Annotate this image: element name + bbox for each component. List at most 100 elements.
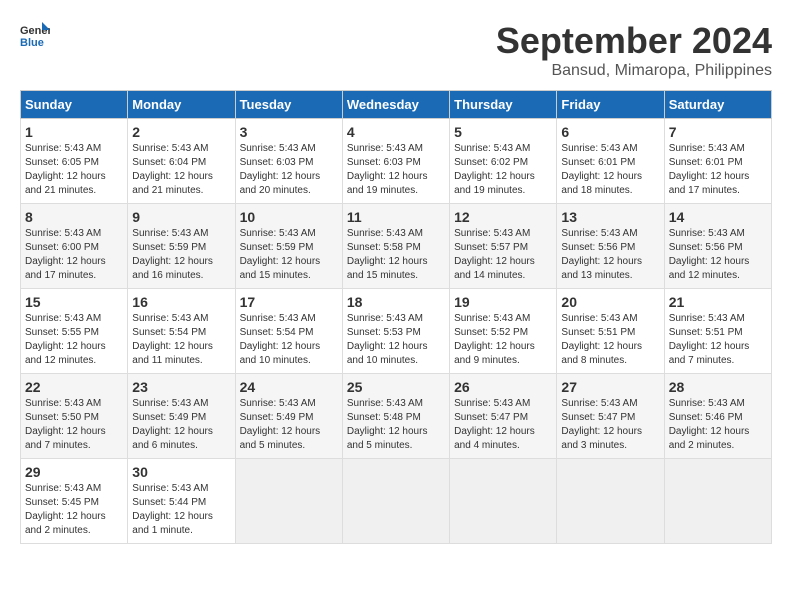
calendar-day xyxy=(664,459,771,544)
day-detail: Sunrise: 5:43 AMSunset: 6:05 PMDaylight:… xyxy=(25,142,123,198)
col-thursday: Thursday xyxy=(450,91,557,119)
calendar-day: 17Sunrise: 5:43 AMSunset: 5:54 PMDayligh… xyxy=(235,289,342,374)
logo: General Blue xyxy=(20,20,50,50)
calendar-day: 12Sunrise: 5:43 AMSunset: 5:57 PMDayligh… xyxy=(450,204,557,289)
title-area: September 2024 Bansud, Mimaropa, Philipp… xyxy=(496,20,772,80)
calendar-day: 14 Sunrise: 5:43 AMSunset: 5:56 PMDayligh… xyxy=(664,204,771,289)
day-detail: Sunrise: 5:43 AMSunset: 5:49 PMDaylight:… xyxy=(132,397,230,453)
calendar-week-row: 22 Sunrise: 5:43 AMSunset: 5:50 PMDayligh… xyxy=(21,374,772,459)
day-detail: Sunrise: 5:43 AMSunset: 5:44 PMDaylight:… xyxy=(132,482,230,538)
calendar-week-row: 29 Sunrise: 5:43 AMSunset: 5:45 PMDayligh… xyxy=(21,459,772,544)
calendar-day: 15 Sunrise: 5:43 AMSunset: 5:55 PMDayligh… xyxy=(21,289,128,374)
calendar-day: 1 Sunrise: 5:43 AMSunset: 6:05 PMDaylight… xyxy=(21,119,128,204)
day-number: 20 xyxy=(561,294,659,310)
day-number: 30 xyxy=(132,464,230,480)
day-detail: Sunrise: 5:43 AMSunset: 5:45 PMDaylight:… xyxy=(25,482,123,538)
day-number: 9 xyxy=(132,209,230,225)
day-detail: Sunrise: 5:43 AMSunset: 5:57 PMDaylight:… xyxy=(454,227,552,283)
day-detail: Sunrise: 5:43 AMSunset: 5:46 PMDaylight:… xyxy=(669,397,767,453)
day-number: 6 xyxy=(561,124,659,140)
col-wednesday: Wednesday xyxy=(342,91,449,119)
day-number: 28 xyxy=(669,379,767,395)
calendar-week-row: 8 Sunrise: 5:43 AMSunset: 6:00 PMDaylight… xyxy=(21,204,772,289)
day-detail: Sunrise: 5:43 AMSunset: 5:49 PMDaylight:… xyxy=(240,397,338,453)
col-monday: Monday xyxy=(128,91,235,119)
calendar-day: 11 Sunrise: 5:43 AMSunset: 5:58 PMDayligh… xyxy=(342,204,449,289)
day-detail: Sunrise: 5:43 AMSunset: 5:53 PMDaylight:… xyxy=(347,312,445,368)
calendar-day: 23 Sunrise: 5:43 AMSunset: 5:49 PMDayligh… xyxy=(128,374,235,459)
day-number: 21 xyxy=(669,294,767,310)
calendar-week-row: 15 Sunrise: 5:43 AMSunset: 5:55 PMDayligh… xyxy=(21,289,772,374)
calendar-day: 2 Sunrise: 5:43 AMSunset: 6:04 PMDaylight… xyxy=(128,119,235,204)
day-number: 29 xyxy=(25,464,123,480)
day-number: 5 xyxy=(454,124,552,140)
calendar-day: 6 Sunrise: 5:43 AMSunset: 6:01 PMDaylight… xyxy=(557,119,664,204)
day-number: 13 xyxy=(561,209,659,225)
day-number: 14 xyxy=(669,209,767,225)
calendar-day xyxy=(557,459,664,544)
calendar-day: 5 Sunrise: 5:43 AMSunset: 6:02 PMDaylight… xyxy=(450,119,557,204)
day-detail: Sunrise: 5:43 AMSunset: 6:00 PMDaylight:… xyxy=(25,227,123,283)
logo-icon: General Blue xyxy=(20,20,50,50)
day-number: 15 xyxy=(25,294,123,310)
day-detail: Sunrise: 5:43 AMSunset: 5:51 PMDaylight:… xyxy=(561,312,659,368)
day-number: 22 xyxy=(25,379,123,395)
calendar-subtitle: Bansud, Mimaropa, Philippines xyxy=(496,62,772,80)
calendar-day: 8 Sunrise: 5:43 AMSunset: 6:00 PMDaylight… xyxy=(21,204,128,289)
day-number: 27 xyxy=(561,379,659,395)
calendar-day xyxy=(450,459,557,544)
day-number: 25 xyxy=(347,379,445,395)
day-number: 19 xyxy=(454,294,552,310)
calendar-day: 4 Sunrise: 5:43 AMSunset: 6:03 PMDaylight… xyxy=(342,119,449,204)
day-number: 10 xyxy=(240,209,338,225)
calendar-day: 13 Sunrise: 5:43 AMSunset: 5:56 PMDayligh… xyxy=(557,204,664,289)
day-detail: Sunrise: 5:43 AMSunset: 5:56 PMDaylight:… xyxy=(561,227,659,283)
day-detail: Sunrise: 5:43 AMSunset: 5:56 PMDaylight:… xyxy=(669,227,767,283)
calendar-day: 9 Sunrise: 5:43 AMSunset: 5:59 PMDaylight… xyxy=(128,204,235,289)
day-number: 23 xyxy=(132,379,230,395)
day-detail: Sunrise: 5:43 AMSunset: 6:04 PMDaylight:… xyxy=(132,142,230,198)
day-detail: Sunrise: 5:43 AMSunset: 5:58 PMDaylight:… xyxy=(347,227,445,283)
calendar-day xyxy=(342,459,449,544)
day-detail: Sunrise: 5:43 AMSunset: 5:55 PMDaylight:… xyxy=(25,312,123,368)
day-number: 8 xyxy=(25,209,123,225)
calendar-day: 20 Sunrise: 5:43 AMSunset: 5:51 PMDayligh… xyxy=(557,289,664,374)
day-detail: Sunrise: 5:43 AMSunset: 6:01 PMDaylight:… xyxy=(561,142,659,198)
col-saturday: Saturday xyxy=(664,91,771,119)
day-number: 16 xyxy=(132,294,230,310)
day-number: 24 xyxy=(240,379,338,395)
day-number: 7 xyxy=(669,124,767,140)
day-number: 17 xyxy=(240,294,338,310)
day-number: 4 xyxy=(347,124,445,140)
calendar-day: 24 Sunrise: 5:43 AMSunset: 5:49 PMDayligh… xyxy=(235,374,342,459)
day-detail: Sunrise: 5:43 AMSunset: 5:52 PMDaylight:… xyxy=(454,312,552,368)
day-detail: Sunrise: 5:43 AMSunset: 5:47 PMDaylight:… xyxy=(454,397,552,453)
col-sunday: Sunday xyxy=(21,91,128,119)
day-detail: Sunrise: 5:43 AMSunset: 6:03 PMDaylight:… xyxy=(347,142,445,198)
day-detail: Sunrise: 5:43 AMSunset: 5:48 PMDaylight:… xyxy=(347,397,445,453)
day-detail: Sunrise: 5:43 AMSunset: 5:59 PMDaylight:… xyxy=(240,227,338,283)
calendar-day: 30 Sunrise: 5:43 AMSunset: 5:44 PMDayligh… xyxy=(128,459,235,544)
day-number: 2 xyxy=(132,124,230,140)
col-tuesday: Tuesday xyxy=(235,91,342,119)
day-number: 26 xyxy=(454,379,552,395)
calendar-day: 29 Sunrise: 5:43 AMSunset: 5:45 PMDayligh… xyxy=(21,459,128,544)
calendar-day: 10 Sunrise: 5:43 AMSunset: 5:59 PMDayligh… xyxy=(235,204,342,289)
header-row: Sunday Monday Tuesday Wednesday Thursday… xyxy=(21,91,772,119)
day-detail: Sunrise: 5:43 AMSunset: 5:59 PMDaylight:… xyxy=(132,227,230,283)
day-detail: Sunrise: 5:43 AMSunset: 5:47 PMDaylight:… xyxy=(561,397,659,453)
calendar-day: 19 Sunrise: 5:43 AMSunset: 5:52 PMDayligh… xyxy=(450,289,557,374)
col-friday: Friday xyxy=(557,91,664,119)
calendar-day: 3Sunrise: 5:43 AMSunset: 6:03 PMDaylight… xyxy=(235,119,342,204)
day-number: 11 xyxy=(347,209,445,225)
day-number: 18 xyxy=(347,294,445,310)
day-detail: Sunrise: 5:43 AMSunset: 5:50 PMDaylight:… xyxy=(25,397,123,453)
header: General Blue September 2024 Bansud, Mima… xyxy=(20,20,772,80)
calendar-day: 22 Sunrise: 5:43 AMSunset: 5:50 PMDayligh… xyxy=(21,374,128,459)
day-number: 1 xyxy=(25,124,123,140)
day-number: 3 xyxy=(240,124,338,140)
calendar-day: 18 Sunrise: 5:43 AMSunset: 5:53 PMDayligh… xyxy=(342,289,449,374)
day-detail: Sunrise: 5:43 AMSunset: 6:02 PMDaylight:… xyxy=(454,142,552,198)
calendar-day: 21Sunrise: 5:43 AMSunset: 5:51 PMDayligh… xyxy=(664,289,771,374)
calendar-title: September 2024 xyxy=(496,20,772,62)
